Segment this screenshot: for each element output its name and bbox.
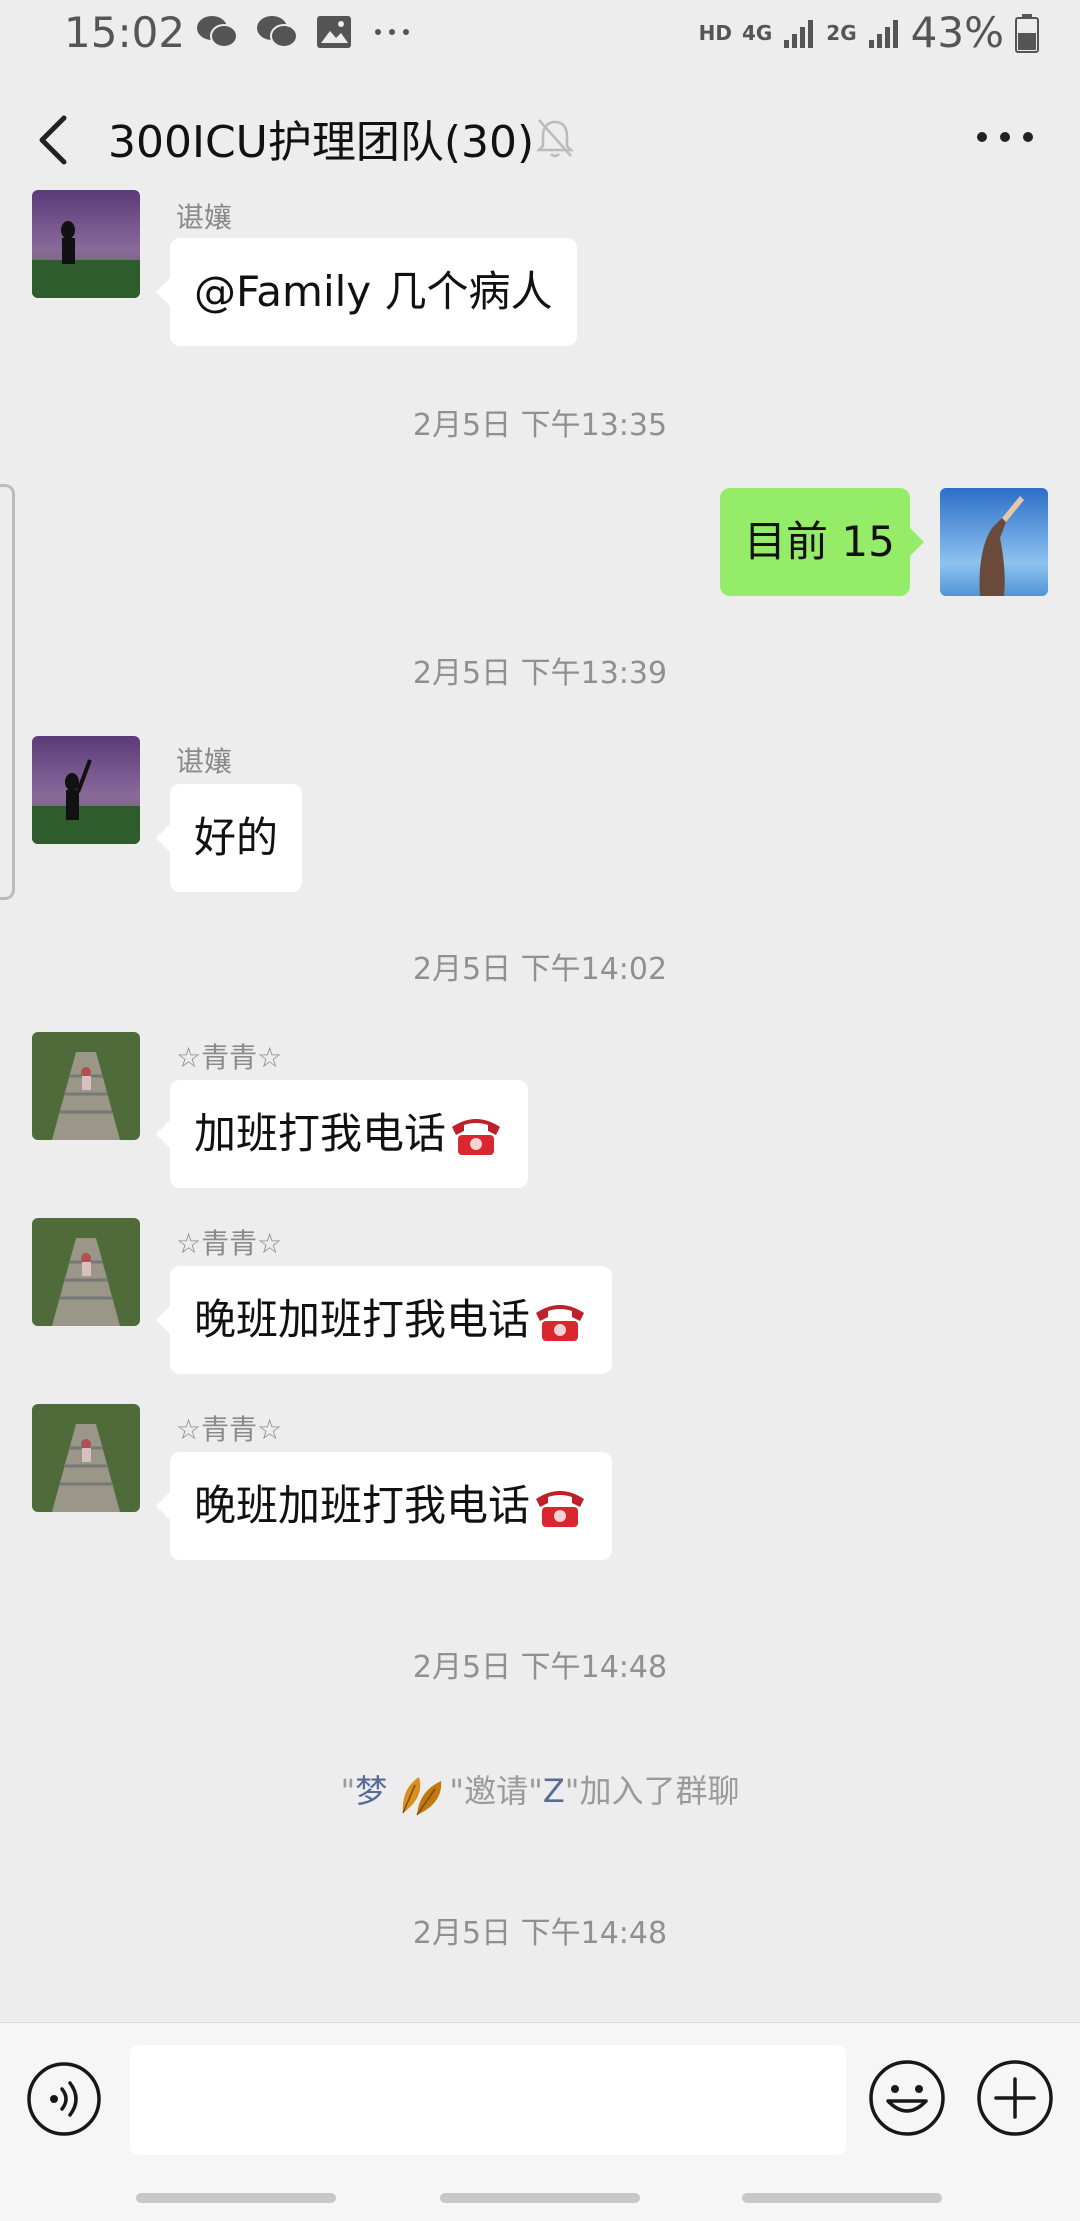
message-text: 好的 [194, 813, 279, 862]
avatar-image [32, 1404, 140, 1512]
network-4g: 4G [741, 20, 773, 45]
message-bubble[interactable]: 好的 [155, 784, 303, 892]
timestamp: 2月5日 下午14:48 [412, 1916, 668, 1951]
message-input[interactable] [130, 2045, 846, 2155]
nav-bar-center[interactable] [440, 2193, 640, 2203]
message-bubble-outgoing[interactable]: 目前 15 [720, 488, 924, 596]
telephone-icon [452, 1119, 501, 1155]
status-time: 15:02 [64, 8, 186, 57]
message-text: 晚班加班打我电话 [194, 1481, 531, 1530]
message-text: 目前 15 [744, 517, 895, 566]
my-avatar[interactable] [940, 488, 1048, 596]
bell-off-icon [535, 119, 575, 158]
sender-name: ☆青青☆ [176, 1041, 283, 1074]
message-bubble[interactable]: 加班打我电话 [155, 1080, 529, 1188]
sender-name: ☆青青☆ [176, 1413, 283, 1446]
message-bubble[interactable]: @Family 几个病人 [156, 238, 577, 346]
avatar[interactable] [32, 190, 140, 298]
leaf-icon [402, 1777, 442, 1816]
battery-icon [1015, 13, 1039, 53]
member-name[interactable]: 梦 [355, 1772, 387, 1810]
member-name[interactable]: Z [543, 1772, 565, 1810]
status-bar: 15:02 HD 4G 2G 43% [0, 0, 1080, 72]
avatar-image [32, 736, 140, 844]
message-text: 加班打我电话 [194, 1109, 447, 1158]
chat-title[interactable]: 300ICU护理团队(30) [108, 106, 534, 170]
nav-bar-left[interactable] [136, 2193, 336, 2203]
chat-header: 300ICU护理团队(30) [0, 72, 1080, 202]
emoji-icon[interactable] [868, 2059, 946, 2137]
sender-name: 谌孃 [176, 745, 233, 778]
telephone-icon [536, 1305, 585, 1341]
quote: " [340, 1772, 356, 1810]
avatar[interactable] [32, 1218, 140, 1326]
input-bar [0, 2022, 1080, 2221]
signal-icon [868, 19, 898, 48]
message-text: @Family 几个病人 [194, 267, 553, 316]
avatar-image [32, 1032, 140, 1140]
invite-text: "邀请" [449, 1772, 543, 1810]
message-bubble[interactable]: 晚班加班打我电话 [155, 1452, 613, 1560]
signal-icon [784, 19, 814, 48]
avatar[interactable] [32, 1032, 140, 1140]
hd-indicator: HD [698, 20, 732, 45]
battery-percent: 43% [910, 8, 1004, 57]
avatar-image [32, 1218, 140, 1326]
network-2g: 2G [826, 20, 857, 45]
join-text: "加入了群聊 [564, 1772, 740, 1810]
more-horizontal-icon[interactable] [970, 112, 1040, 162]
avatar-image [940, 488, 1048, 596]
sender-name: 谌孃 [176, 201, 233, 234]
avatar[interactable] [32, 736, 140, 844]
plus-circle-icon[interactable] [976, 2059, 1054, 2137]
avatar[interactable] [32, 1404, 140, 1512]
message-bubble[interactable]: 晚班加班打我电话 [155, 1266, 613, 1374]
wechat-icon [197, 16, 238, 48]
more-dots-icon [375, 29, 409, 35]
avatar-image [32, 190, 140, 298]
timestamp: 2月5日 下午13:39 [412, 656, 668, 691]
timestamp: 2月5日 下午14:48 [412, 1650, 668, 1685]
side-drag-handle[interactable] [0, 484, 15, 900]
telephone-icon [536, 1491, 585, 1527]
voice-icon[interactable] [26, 2061, 102, 2137]
system-message: "梦 "邀请"Z"加入了群聊 [0, 1766, 1080, 1819]
sender-name: ☆青青☆ [176, 1227, 283, 1260]
message-text: 晚班加班打我电话 [194, 1295, 531, 1344]
nav-bar-right[interactable] [742, 2193, 942, 2203]
timestamp: 2月5日 下午14:02 [412, 952, 668, 987]
gallery-icon [317, 16, 351, 48]
wechat-icon [257, 16, 298, 48]
chevron-left-icon[interactable] [30, 110, 80, 170]
timestamp: 2月5日 下午13:35 [412, 408, 668, 443]
